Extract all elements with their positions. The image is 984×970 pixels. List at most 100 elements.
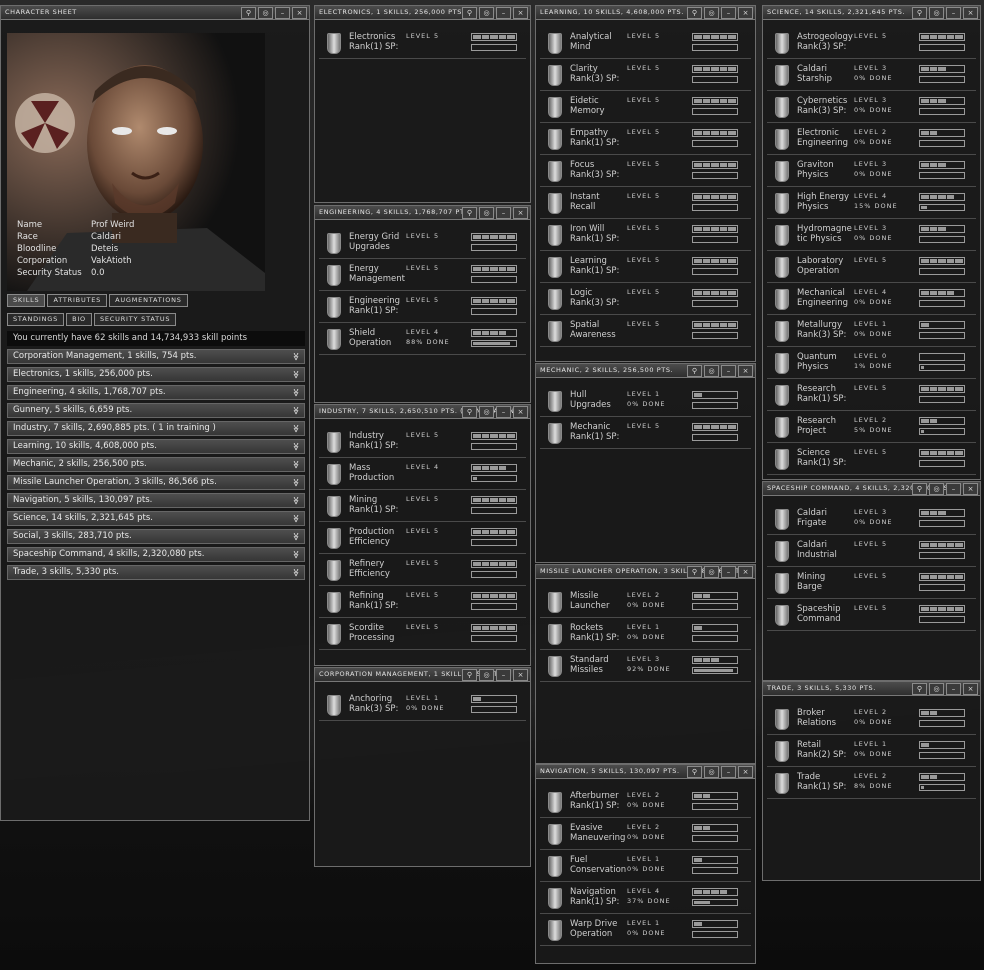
skill-row[interactable]: Hull Upgrades LEVEL 1 0% DONE <box>540 385 751 417</box>
skill-group-row[interactable]: Electronics, 1 skills, 256,000 pts. ≫ <box>7 367 305 382</box>
options-icon[interactable]: ◎ <box>258 7 273 19</box>
expand-chevron-icon[interactable]: ≫ <box>289 478 302 486</box>
close-icon[interactable]: × <box>292 7 307 19</box>
minimize-icon[interactable]: – <box>721 566 736 578</box>
close-icon[interactable]: × <box>513 7 528 19</box>
skill-group-row[interactable]: Spaceship Command, 4 skills, 2,320,080 p… <box>7 547 305 562</box>
skill-group-row[interactable]: Learning, 10 skills, 4,608,000 pts. ≫ <box>7 439 305 454</box>
minimize-icon[interactable]: – <box>496 7 511 19</box>
skill-row[interactable]: Navigation Rank(1) SP: LEVEL 4 37% DONE <box>540 882 751 914</box>
skill-row[interactable]: Broker Relations LEVEL 2 0% DONE <box>767 703 976 735</box>
title-bar[interactable]: ENGINEERING, 4 SKILLS, 1,768,707 PTS. ⚲ … <box>315 206 530 220</box>
skill-row[interactable]: Research Project LEVEL 2 5% DONE <box>767 411 976 443</box>
title-bar[interactable]: NAVIGATION, 5 SKILLS, 130,097 PTS. ⚲ ◎ –… <box>536 765 755 779</box>
expand-chevron-icon[interactable]: ≫ <box>289 370 302 378</box>
skill-row[interactable]: High Energy Physics LEVEL 4 15% DONE <box>767 187 976 219</box>
options-icon[interactable]: ◎ <box>479 207 494 219</box>
skill-row[interactable]: Caldari Industrial LEVEL 5 <box>767 535 976 567</box>
skill-row[interactable]: Science Rank(1) SP: LEVEL 5 <box>767 443 976 475</box>
skill-row[interactable]: Energy Management LEVEL 5 <box>319 259 526 291</box>
options-icon[interactable]: ◎ <box>704 7 719 19</box>
skill-row[interactable]: Electronics Rank(1) SP: LEVEL 5 <box>319 27 526 59</box>
skill-group-row[interactable]: Navigation, 5 skills, 130,097 pts. ≫ <box>7 493 305 508</box>
pin-icon[interactable]: ⚲ <box>912 7 927 19</box>
close-icon[interactable]: × <box>963 483 978 495</box>
minimize-icon[interactable]: – <box>946 683 961 695</box>
skill-row[interactable]: Shield Operation LEVEL 4 88% DONE <box>319 323 526 355</box>
skill-group-row[interactable]: Trade, 3 skills, 5,330 pts. ≫ <box>7 565 305 580</box>
expand-chevron-icon[interactable]: ≫ <box>289 568 302 576</box>
skill-group-row[interactable]: Industry, 7 skills, 2,690,885 pts. ( 1 i… <box>7 421 305 436</box>
skill-row[interactable]: Logic Rank(3) SP: LEVEL 5 <box>540 283 751 315</box>
minimize-icon[interactable]: – <box>946 7 961 19</box>
skill-row[interactable]: Spaceship Command LEVEL 5 <box>767 599 976 631</box>
skill-row[interactable]: Refining Rank(1) SP: LEVEL 5 <box>319 586 526 618</box>
skill-row[interactable]: Eidetic Memory LEVEL 5 <box>540 91 751 123</box>
skill-row[interactable]: Energy Grid Upgrades LEVEL 5 <box>319 227 526 259</box>
skill-row[interactable]: Analytical Mind LEVEL 5 <box>540 27 751 59</box>
skill-group-row[interactable]: Corporation Management, 1 skills, 754 pt… <box>7 349 305 364</box>
skill-row[interactable]: Standard Missiles LEVEL 3 92% DONE <box>540 650 751 682</box>
close-icon[interactable]: × <box>738 766 753 778</box>
skill-row[interactable]: Metallurgy Rank(3) SP: LEVEL 1 0% DONE <box>767 315 976 347</box>
skill-group-row[interactable]: Science, 14 skills, 2,321,645 pts. ≫ <box>7 511 305 526</box>
tab-bio[interactable]: BIO <box>66 313 92 326</box>
title-bar[interactable]: LEARNING, 10 SKILLS, 4,608,000 PTS. ⚲ ◎ … <box>536 6 755 20</box>
skill-row[interactable]: Retail Rank(2) SP: LEVEL 1 0% DONE <box>767 735 976 767</box>
close-icon[interactable]: × <box>738 365 753 377</box>
skill-row[interactable]: Mining Rank(1) SP: LEVEL 5 <box>319 490 526 522</box>
options-icon[interactable]: ◎ <box>929 483 944 495</box>
skill-row[interactable]: Afterburner Rank(1) SP: LEVEL 2 0% DONE <box>540 786 751 818</box>
title-bar[interactable]: ELECTRONICS, 1 SKILLS, 256,000 PTS. ⚲ ◎ … <box>315 6 530 20</box>
skill-row[interactable]: Focus Rank(3) SP: LEVEL 5 <box>540 155 751 187</box>
options-icon[interactable]: ◎ <box>704 566 719 578</box>
tab-security-status[interactable]: SECURITY STATUS <box>93 313 177 326</box>
skill-row[interactable]: Mechanic Rank(1) SP: LEVEL 5 <box>540 417 751 449</box>
skill-row[interactable]: Research Rank(1) SP: LEVEL 5 <box>767 379 976 411</box>
minimize-icon[interactable]: – <box>946 483 961 495</box>
skill-row[interactable]: Industry Rank(1) SP: LEVEL 5 <box>319 426 526 458</box>
tab-attributes[interactable]: ATTRIBUTES <box>47 294 108 307</box>
options-icon[interactable]: ◎ <box>479 406 494 418</box>
pin-icon[interactable]: ⚲ <box>912 483 927 495</box>
skill-row[interactable]: Production Efficiency LEVEL 5 <box>319 522 526 554</box>
expand-chevron-icon[interactable]: ≫ <box>289 352 302 360</box>
pin-icon[interactable]: ⚲ <box>687 566 702 578</box>
skill-row[interactable]: Trade Rank(1) SP: LEVEL 2 8% DONE <box>767 767 976 799</box>
skill-row[interactable]: Caldari Starship LEVEL 3 0% DONE <box>767 59 976 91</box>
title-bar[interactable]: TRADE, 3 SKILLS, 5,330 PTS. ⚲ ◎ – × <box>763 682 980 696</box>
skill-row[interactable]: Scordite Processing LEVEL 5 <box>319 618 526 650</box>
skill-row[interactable]: Mining Barge LEVEL 5 <box>767 567 976 599</box>
skill-row[interactable]: Spatial Awareness LEVEL 5 <box>540 315 751 347</box>
pin-icon[interactable]: ⚲ <box>462 7 477 19</box>
options-icon[interactable]: ◎ <box>704 766 719 778</box>
minimize-icon[interactable]: – <box>496 207 511 219</box>
options-icon[interactable]: ◎ <box>929 7 944 19</box>
skill-row[interactable]: Mass Production LEVEL 4 <box>319 458 526 490</box>
pin-icon[interactable]: ⚲ <box>687 7 702 19</box>
title-bar[interactable]: MECHANIC, 2 SKILLS, 256,500 PTS. ⚲ ◎ – × <box>536 364 755 378</box>
expand-chevron-icon[interactable]: ≫ <box>289 532 302 540</box>
skill-row[interactable]: Hydromagne tic Physics LEVEL 3 0% DONE <box>767 219 976 251</box>
expand-chevron-icon[interactable]: ≫ <box>289 424 302 432</box>
expand-chevron-icon[interactable]: ≫ <box>289 388 302 396</box>
skill-row[interactable]: Mechanical Engineering LEVEL 4 0% DONE <box>767 283 976 315</box>
skill-group-row[interactable]: Gunnery, 5 skills, 6,659 pts. ≫ <box>7 403 305 418</box>
tab-skills[interactable]: SKILLS <box>7 294 46 307</box>
title-bar[interactable]: MISSILE LAUNCHER OPERATION, 3 SKILLS, 86… <box>536 565 755 579</box>
expand-chevron-icon[interactable]: ≫ <box>289 406 302 414</box>
tab-standings[interactable]: STANDINGS <box>7 313 65 326</box>
expand-chevron-icon[interactable]: ≫ <box>289 550 302 558</box>
pin-icon[interactable]: ⚲ <box>912 683 927 695</box>
close-icon[interactable]: × <box>738 7 753 19</box>
skill-row[interactable]: Warp Drive Operation LEVEL 1 0% DONE <box>540 914 751 946</box>
options-icon[interactable]: ◎ <box>479 7 494 19</box>
expand-chevron-icon[interactable]: ≫ <box>289 442 302 450</box>
minimize-icon[interactable]: – <box>275 7 290 19</box>
skill-group-row[interactable]: Social, 3 skills, 283,710 pts. ≫ <box>7 529 305 544</box>
minimize-icon[interactable]: – <box>721 365 736 377</box>
options-icon[interactable]: ◎ <box>929 683 944 695</box>
title-bar[interactable]: SCIENCE, 14 SKILLS, 2,321,645 PTS. ⚲ ◎ –… <box>763 6 980 20</box>
pin-icon[interactable]: ⚲ <box>241 7 256 19</box>
close-icon[interactable]: × <box>963 7 978 19</box>
